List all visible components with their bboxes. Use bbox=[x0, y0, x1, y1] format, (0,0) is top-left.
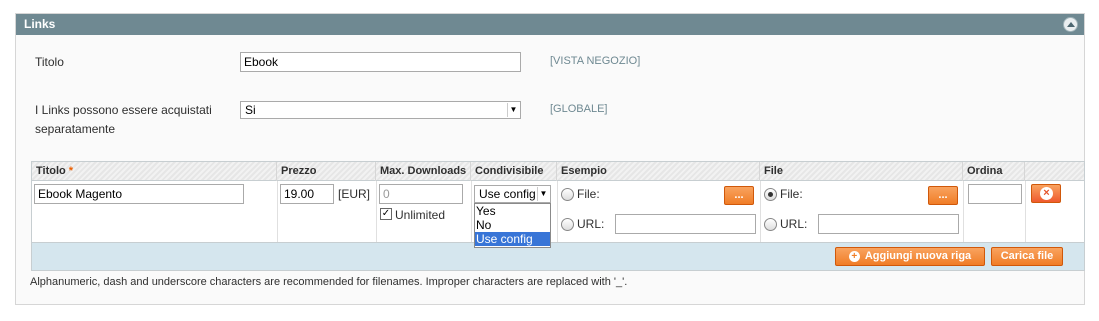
separate-label-line2: separatamente bbox=[35, 122, 116, 136]
file-browse-button[interactable]: ... bbox=[928, 186, 958, 205]
section-title: Links bbox=[24, 17, 56, 31]
price-input[interactable]: 19.00 bbox=[280, 184, 334, 204]
upload-files-button[interactable]: Carica file bbox=[991, 247, 1063, 266]
title-scope: [VISTA NEGOZIO] bbox=[550, 55, 641, 67]
url-input[interactable] bbox=[818, 214, 959, 234]
separate-label-line1: I Links possono essere acquistati bbox=[35, 103, 212, 117]
header-ordina: Ordina bbox=[963, 162, 1025, 181]
add-row-label: Aggiungi nuova riga bbox=[864, 250, 972, 262]
url-label: URL: bbox=[780, 217, 808, 231]
grid-header: Titolo * Prezzo Max. Downloads Condivisi… bbox=[32, 162, 1084, 181]
title-input[interactable]: Ebook bbox=[240, 52, 521, 72]
sample-url-label: URL: bbox=[577, 217, 605, 231]
header-esempio: Esempio bbox=[557, 162, 760, 181]
url-radio[interactable] bbox=[764, 218, 777, 231]
shareable-dropdown: Yes No Use config bbox=[474, 203, 551, 248]
chevron-down-icon: ▼ bbox=[537, 187, 549, 201]
required-mark: * bbox=[68, 165, 74, 177]
sample-url-radio[interactable] bbox=[561, 218, 574, 231]
chevron-down-icon: ▼ bbox=[507, 103, 519, 117]
separate-select-value: Si bbox=[245, 103, 256, 117]
header-prezzo: Prezzo bbox=[277, 162, 376, 181]
sample-browse-button[interactable]: ... bbox=[724, 186, 754, 205]
shareable-option-no[interactable]: No bbox=[475, 218, 550, 232]
shareable-option-yes[interactable]: Yes bbox=[475, 204, 550, 218]
file-label: File: bbox=[780, 187, 803, 201]
sample-file-label: File: bbox=[577, 187, 600, 201]
shareable-select-value: Use config bbox=[479, 187, 536, 201]
link-title-input[interactable]: Ebook Magento bbox=[34, 184, 244, 204]
shareable-select[interactable]: Use config ▼ bbox=[474, 185, 551, 203]
header-file: File bbox=[760, 162, 963, 181]
unlimited-label: Unlimited bbox=[395, 208, 446, 222]
separate-select[interactable]: Si ▼ bbox=[240, 101, 521, 119]
sample-file-radio[interactable] bbox=[561, 188, 574, 201]
title-label: Titolo bbox=[35, 55, 64, 69]
file-radio[interactable] bbox=[764, 188, 777, 201]
header-max-downloads: Max. Downloads bbox=[376, 162, 471, 181]
filename-note: Alphanumeric, dash and underscore charac… bbox=[30, 276, 628, 288]
currency-label: [EUR] bbox=[338, 187, 371, 201]
plus-icon: + bbox=[848, 250, 860, 262]
max-downloads-input[interactable]: 0 bbox=[379, 184, 463, 204]
separate-scope: [GLOBALE] bbox=[550, 103, 608, 115]
shareable-option-use-config[interactable]: Use config bbox=[475, 232, 550, 246]
collapse-icon[interactable] bbox=[1063, 17, 1078, 32]
section-header: Links bbox=[16, 14, 1084, 35]
add-row-button[interactable]: + Aggiungi nuova riga bbox=[835, 247, 985, 266]
unlimited-checkbox[interactable]: ✓ bbox=[380, 208, 392, 220]
delete-row-button[interactable]: × bbox=[1031, 184, 1061, 203]
sort-order-input[interactable] bbox=[968, 184, 1022, 204]
sample-url-input[interactable] bbox=[615, 214, 756, 234]
header-actions bbox=[1025, 162, 1084, 181]
close-icon: × bbox=[1040, 187, 1053, 200]
header-titolo: Titolo * bbox=[32, 162, 277, 181]
header-condivisibile: Condivisibile bbox=[471, 162, 557, 181]
